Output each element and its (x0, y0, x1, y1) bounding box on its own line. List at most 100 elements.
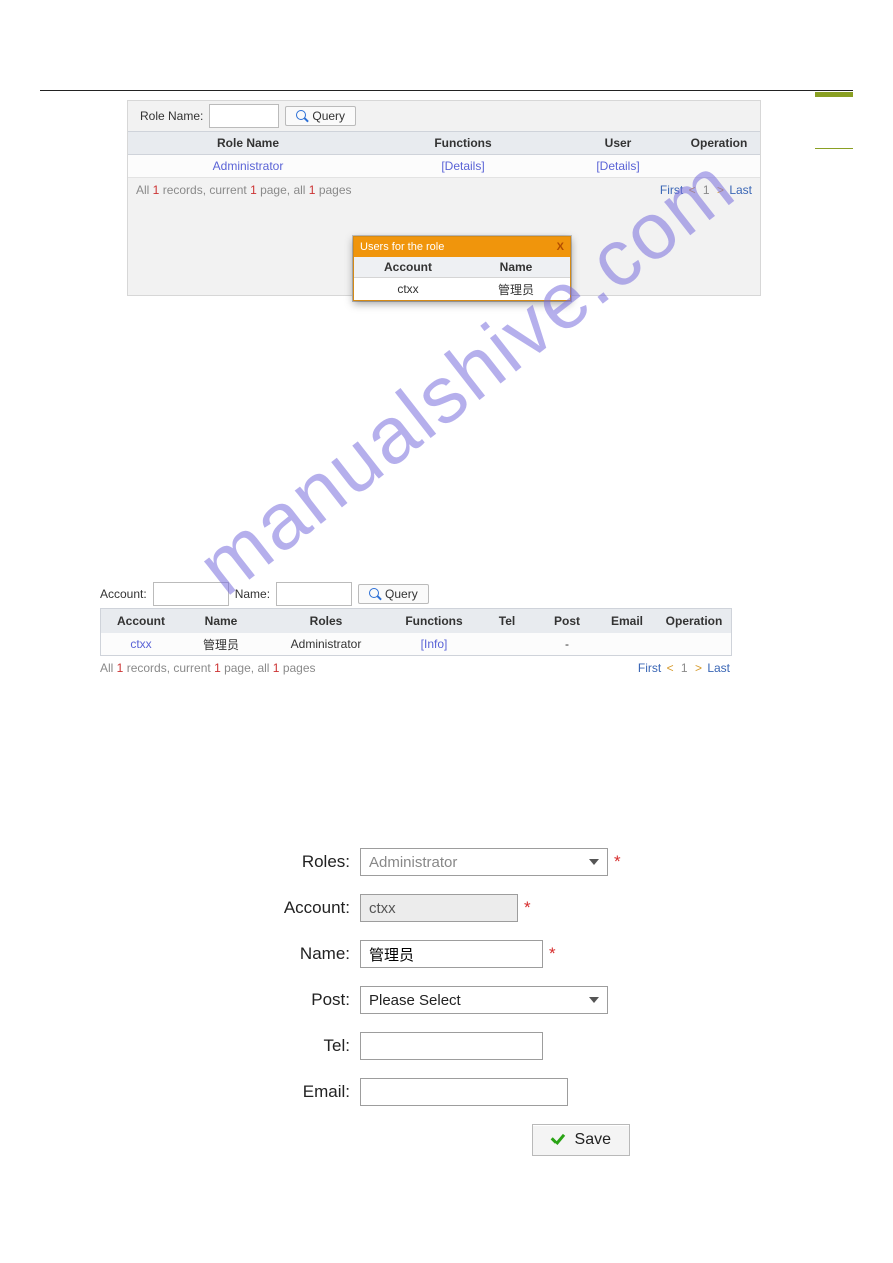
label-tel: Tel: (210, 1036, 360, 1056)
roles-search-bar: Role Name: Query (128, 101, 760, 131)
header-user: User (558, 136, 678, 150)
post-select[interactable]: Please Select (360, 986, 608, 1014)
users-panel: Account: Name: Query Account Name Roles … (100, 580, 730, 680)
h-name: Name (181, 614, 261, 628)
pager-page: 1 (703, 183, 710, 197)
label-email: Email: (210, 1082, 360, 1102)
c-roles: Administrator (261, 637, 391, 651)
roles-query-label: Query (312, 109, 345, 123)
record-summary: All 1 records, current 1 page, all 1 pag… (136, 183, 352, 197)
row-save: Save (210, 1124, 650, 1156)
header-functions: Functions (368, 136, 558, 150)
roles-table-header: Role Name Functions User Operation (128, 131, 760, 155)
pager-last[interactable]: Last (729, 183, 752, 197)
users-table: Account Name Roles Functions Tel Post Em… (100, 608, 732, 656)
h-post: Post (537, 614, 597, 628)
label-account: Account: (210, 898, 360, 918)
label-post: Post: (210, 990, 360, 1010)
row-tel: Tel: (210, 1032, 650, 1060)
name-input[interactable] (276, 582, 352, 606)
roles-select-value: Administrator (369, 854, 457, 871)
popup-cell-name: 管理员 (462, 281, 570, 298)
required-star: * (549, 944, 556, 964)
users-query-label: Query (385, 587, 418, 601)
required-star: * (524, 898, 531, 918)
account-readonly: ctxx (360, 894, 518, 922)
pager2-next-icon[interactable]: > (695, 661, 702, 675)
cell-role-name[interactable]: Administrator (128, 159, 368, 173)
roles-panel: Role Name: Query Role Name Functions Use… (127, 100, 761, 296)
cell-functions[interactable]: [Details] (368, 159, 558, 173)
search-icon (296, 110, 308, 122)
green-accent-bar-2 (815, 148, 853, 149)
popup-titlebar: Users for the role X (354, 237, 570, 257)
h-operation: Operation (657, 614, 731, 628)
c-account[interactable]: ctxx (101, 637, 181, 651)
check-icon (551, 1134, 567, 1146)
user-edit-form: Roles: Administrator * Account: ctxx * N… (210, 848, 650, 1174)
chevron-down-icon (589, 859, 599, 865)
roles-table-row: Administrator [Details] [Details] (128, 155, 760, 178)
post-select-value: Please Select (369, 992, 461, 1009)
name-label: Name: (235, 587, 270, 601)
required-star: * (614, 852, 621, 872)
email-field[interactable] (360, 1078, 568, 1106)
page-top-rule (40, 90, 853, 91)
save-label: Save (575, 1131, 611, 1149)
h-roles: Roles (261, 614, 391, 628)
pager-2: First < 1 > Last (638, 661, 730, 675)
record-summary-2: All 1 records, current 1 page, all 1 pag… (100, 661, 316, 675)
h-account: Account (101, 614, 181, 628)
green-accent-bar-1 (815, 92, 853, 97)
label-name: Name: (210, 944, 360, 964)
search-icon (369, 588, 381, 600)
popup-row: ctxx 管理员 (354, 278, 570, 300)
h-email: Email (597, 614, 657, 628)
popup-header-account: Account (354, 260, 462, 274)
popup-header: Account Name (354, 257, 570, 278)
label-roles: Roles: (210, 852, 360, 872)
role-name-label: Role Name: (140, 109, 203, 123)
roles-select[interactable]: Administrator (360, 848, 608, 876)
roles-query-button[interactable]: Query (285, 106, 356, 126)
c-name: 管理员 (181, 636, 261, 653)
popup-header-name: Name (462, 260, 570, 274)
row-roles: Roles: Administrator * (210, 848, 650, 876)
account-input[interactable] (153, 582, 229, 606)
row-account: Account: ctxx * (210, 894, 650, 922)
chevron-down-icon (589, 997, 599, 1003)
h-tel: Tel (477, 614, 537, 628)
header-role-name: Role Name (128, 136, 368, 150)
pager-prev-icon[interactable]: < (689, 183, 696, 197)
account-value: ctxx (369, 900, 396, 917)
popup-cell-account: ctxx (354, 282, 462, 296)
pager: First < 1 > Last (660, 183, 752, 197)
pager-next-icon[interactable]: > (717, 183, 724, 197)
h-functions: Functions (391, 614, 477, 628)
users-query-button[interactable]: Query (358, 584, 429, 604)
users-table-footer: All 1 records, current 1 page, all 1 pag… (100, 656, 730, 680)
row-email: Email: (210, 1078, 650, 1106)
tel-field[interactable] (360, 1032, 543, 1060)
pager2-prev-icon[interactable]: < (667, 661, 674, 675)
close-icon[interactable]: X (557, 241, 564, 253)
pager-first[interactable]: First (660, 183, 683, 197)
pager2-first[interactable]: First (638, 661, 661, 675)
role-name-input[interactable] (209, 104, 279, 128)
pager2-last[interactable]: Last (707, 661, 730, 675)
cell-user[interactable]: [Details] (558, 159, 678, 173)
row-name: Name: * (210, 940, 650, 968)
row-post: Post: Please Select (210, 986, 650, 1014)
users-table-row: ctxx 管理员 Administrator [Info] - (101, 633, 731, 655)
name-field[interactable] (360, 940, 543, 968)
popup-title: Users for the role (360, 241, 444, 253)
c-functions[interactable]: [Info] (391, 637, 477, 651)
users-search-bar: Account: Name: Query (100, 580, 730, 608)
users-for-role-popup: Users for the role X Account Name ctxx 管… (353, 236, 571, 301)
roles-table-footer: All 1 records, current 1 page, all 1 pag… (128, 178, 760, 202)
save-button[interactable]: Save (532, 1124, 630, 1156)
users-table-header: Account Name Roles Functions Tel Post Em… (101, 609, 731, 633)
c-post: - (537, 637, 597, 651)
header-operation: Operation (678, 136, 760, 150)
pager2-page: 1 (681, 661, 688, 675)
